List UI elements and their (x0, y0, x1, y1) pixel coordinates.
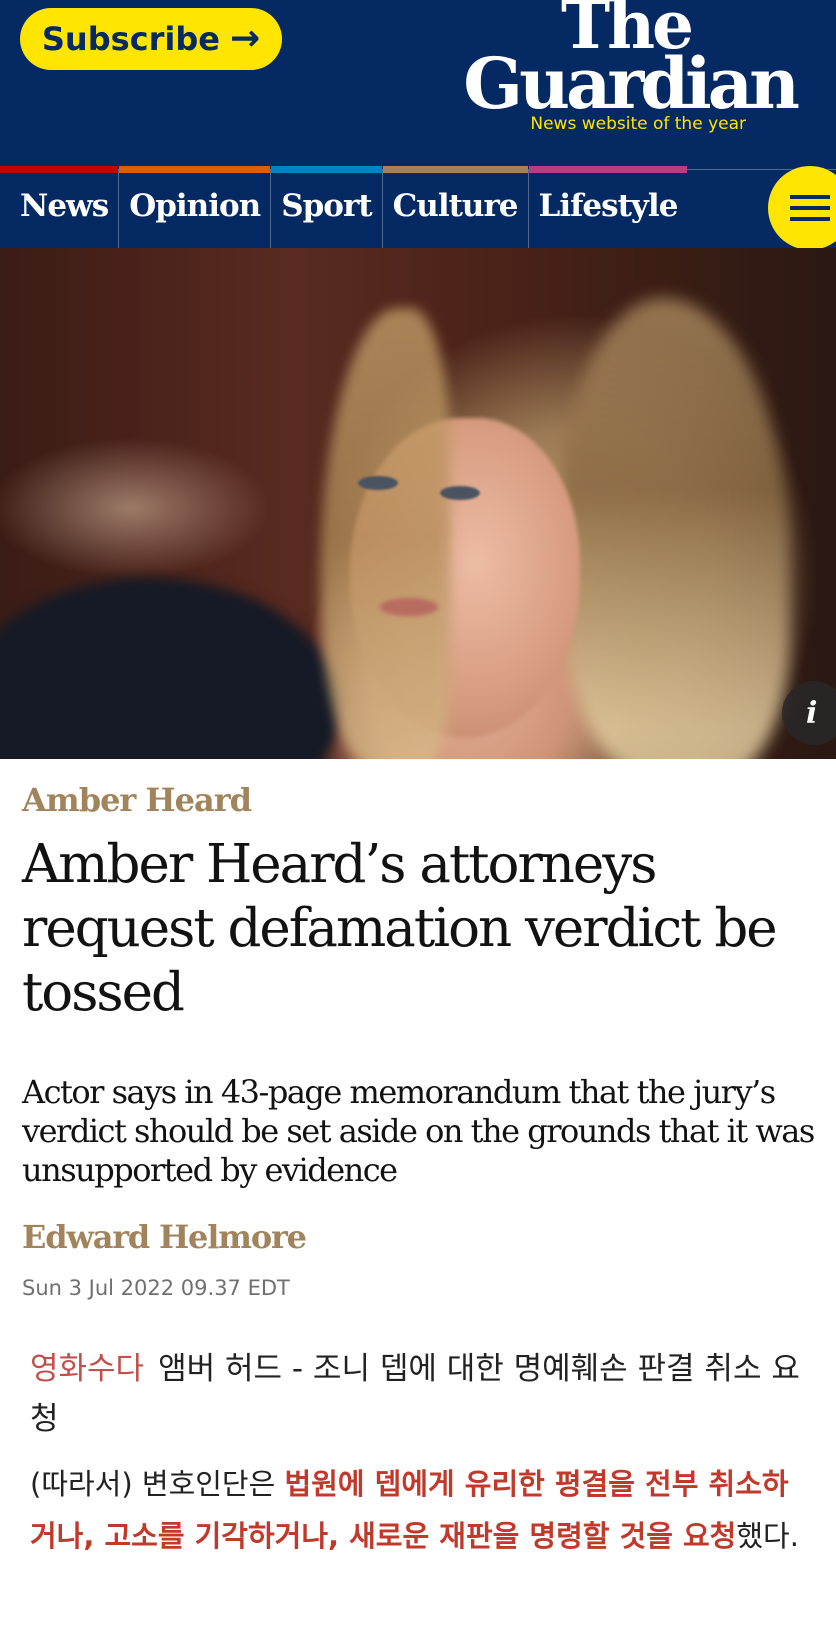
korean-body: (따라서) 변호인단은 법원에 뎁에게 유리한 평결을 전부 취소하거나, 고소… (30, 1458, 806, 1562)
logo-guardian: Guardian (463, 42, 800, 125)
korean-body-suffix: 했다. (736, 1519, 799, 1553)
article-header: Amber Heard Amber Heard’s attorneys requ… (0, 781, 836, 1300)
hero-eye-left (358, 476, 398, 490)
guardian-logo[interactable]: The Guardian News website of the year (436, 0, 800, 134)
subscribe-button[interactable]: Subscribe → (20, 8, 282, 70)
pillar-nav: News Opinion Sport Culture Lifestyle (0, 166, 836, 250)
site-header: Subscribe → The Guardian News website of… (0, 0, 836, 169)
nav-item-culture[interactable]: Culture (382, 166, 529, 248)
info-icon[interactable]: i (782, 681, 836, 745)
korean-caption: 영화수다 앰버 허드 - 조니 뎁에 대한 명예훼손 판결 취소 요청 (따라서)… (0, 1344, 836, 1562)
article-byline[interactable]: Edward Helmore (22, 1218, 814, 1256)
article-standfirst: Actor says in 43-page memorandum that th… (22, 1073, 815, 1189)
nav-item-news[interactable]: News (0, 166, 120, 248)
hero-foreground-shape (0, 578, 340, 759)
hero-image: i (0, 248, 836, 759)
nav-item-opinion[interactable]: Opinion (119, 166, 272, 248)
subscribe-label: Subscribe (41, 20, 220, 58)
korean-body-prefix: (따라서) 변호인단은 (30, 1467, 285, 1501)
hero-lips (380, 598, 438, 616)
hero-hair-shape (560, 298, 790, 759)
article-headline: Amber Heard’s attorneys request defamati… (22, 834, 778, 1023)
hero-eye-right (440, 486, 480, 500)
korean-title-text: 앰버 허드 - 조니 뎁에 대한 명예훼손 판결 취소 요청 (30, 1351, 800, 1437)
korean-title: 영화수다 앰버 허드 - 조니 뎁에 대한 명예훼손 판결 취소 요청 (30, 1344, 806, 1444)
article-date: Sun 3 Jul 2022 09.37 EDT (22, 1276, 290, 1300)
nav-item-lifestyle[interactable]: Lifestyle (528, 166, 688, 248)
hero-hair-braid-shape (320, 308, 450, 759)
hamburger-icon (790, 188, 830, 228)
article-kicker[interactable]: Amber Heard (22, 781, 814, 819)
nav-item-sport[interactable]: Sport (271, 166, 383, 248)
arrow-right-icon: → (229, 18, 261, 59)
korean-tag: 영화수다 (30, 1351, 145, 1387)
